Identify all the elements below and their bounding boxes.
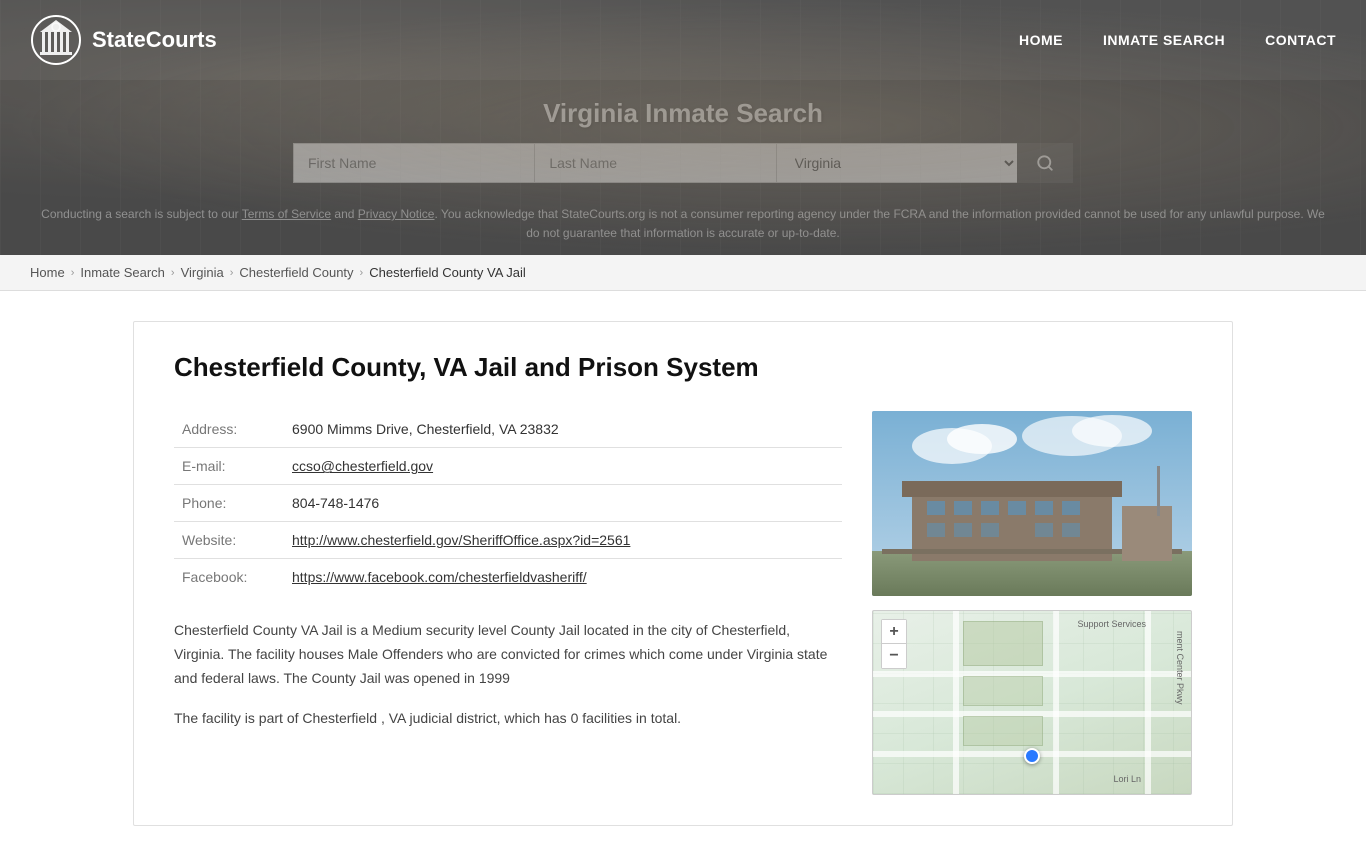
map-block-1 [963,621,1043,666]
map-label-support: Support Services [1077,619,1146,629]
breadcrumb: Home › Inmate Search › Virginia › Cheste… [0,255,1366,291]
nav-inmate-search[interactable]: INMATE SEARCH [1103,32,1225,48]
nav-home[interactable]: HOME [1019,32,1063,48]
map-controls: + − [881,619,907,669]
nav-contact[interactable]: CONTACT [1265,32,1336,48]
breadcrumb-chesterfield-county[interactable]: Chesterfield County [239,265,353,280]
facebook-row: Facebook: https://www.facebook.com/chest… [174,559,842,596]
site-name: StateCourts [92,27,217,53]
email-value: ccso@chesterfield.gov [284,448,842,485]
breadcrumb-sep-4: › [360,267,364,279]
breadcrumb-home[interactable]: Home [30,265,65,280]
phone-value: 804-748-1476 [284,485,842,522]
phone-row: Phone: 804-748-1476 [174,485,842,522]
description-paragraph-1: Chesterfield County VA Jail is a Medium … [174,619,842,690]
description-paragraph-2: The facility is part of Chesterfield , V… [174,707,842,731]
facility-photo-svg [872,411,1192,596]
map-zoom-in-button[interactable]: + [882,620,906,644]
info-table: Address: 6900 Mimms Drive, Chesterfield,… [174,411,842,595]
map-block-3 [963,716,1043,746]
breadcrumb-current: Chesterfield County VA Jail [369,265,526,280]
map-label-pkwy: ment Center Pkwy [1175,631,1185,705]
website-row: Website: http://www.chesterfield.gov/She… [174,522,842,559]
website-value: http://www.chesterfield.gov/SheriffOffic… [284,522,842,559]
address-label: Address: [174,411,284,448]
email-label: E-mail: [174,448,284,485]
breadcrumb-sep-3: › [230,267,234,279]
map-pin [1024,748,1040,764]
map-road-vertical-1 [953,611,959,794]
site-header: StateCourts HOME INMATE SEARCH CONTACT V… [0,0,1366,255]
map-road-vertical-2 [1053,611,1059,794]
facebook-link[interactable]: https://www.facebook.com/chesterfieldvas… [292,569,587,585]
breadcrumb-sep-1: › [71,267,75,279]
email-link[interactable]: ccso@chesterfield.gov [292,458,433,474]
phone-label: Phone: [174,485,284,522]
facility-image [872,411,1192,596]
main-content: Chesterfield County, VA Jail and Prison … [93,291,1273,856]
facebook-value: https://www.facebook.com/chesterfieldvas… [284,559,842,596]
address-row: Address: 6900 Mimms Drive, Chesterfield,… [174,411,842,448]
map-zoom-out-button[interactable]: − [882,644,906,668]
email-row: E-mail: ccso@chesterfield.gov [174,448,842,485]
page-title: Chesterfield County, VA Jail and Prison … [174,352,1192,383]
content-left: Address: 6900 Mimms Drive, Chesterfield,… [174,411,842,795]
breadcrumb-sep-2: › [171,267,175,279]
description-block: Chesterfield County VA Jail is a Medium … [174,619,842,730]
website-label: Website: [174,522,284,559]
map-street-label: Lori Ln [1113,774,1141,784]
address-value: 6900 Mimms Drive, Chesterfield, VA 23832 [284,411,842,448]
breadcrumb-virginia[interactable]: Virginia [181,265,224,280]
facebook-label: Facebook: [174,559,284,596]
website-link[interactable]: http://www.chesterfield.gov/SheriffOffic… [292,532,630,548]
main-nav: HOME INMATE SEARCH CONTACT [1019,32,1336,48]
logo-icon [30,14,82,66]
content-layout: Address: 6900 Mimms Drive, Chesterfield,… [174,411,1192,795]
map-block-2 [963,676,1043,706]
site-logo-link[interactable]: StateCourts [30,14,217,66]
content-right: + − Support Services ment Center Pkwy Lo… [872,411,1192,795]
map-road-vertical-3 [1145,611,1151,794]
content-card: Chesterfield County, VA Jail and Prison … [133,321,1233,826]
breadcrumb-inmate-search[interactable]: Inmate Search [80,265,165,280]
